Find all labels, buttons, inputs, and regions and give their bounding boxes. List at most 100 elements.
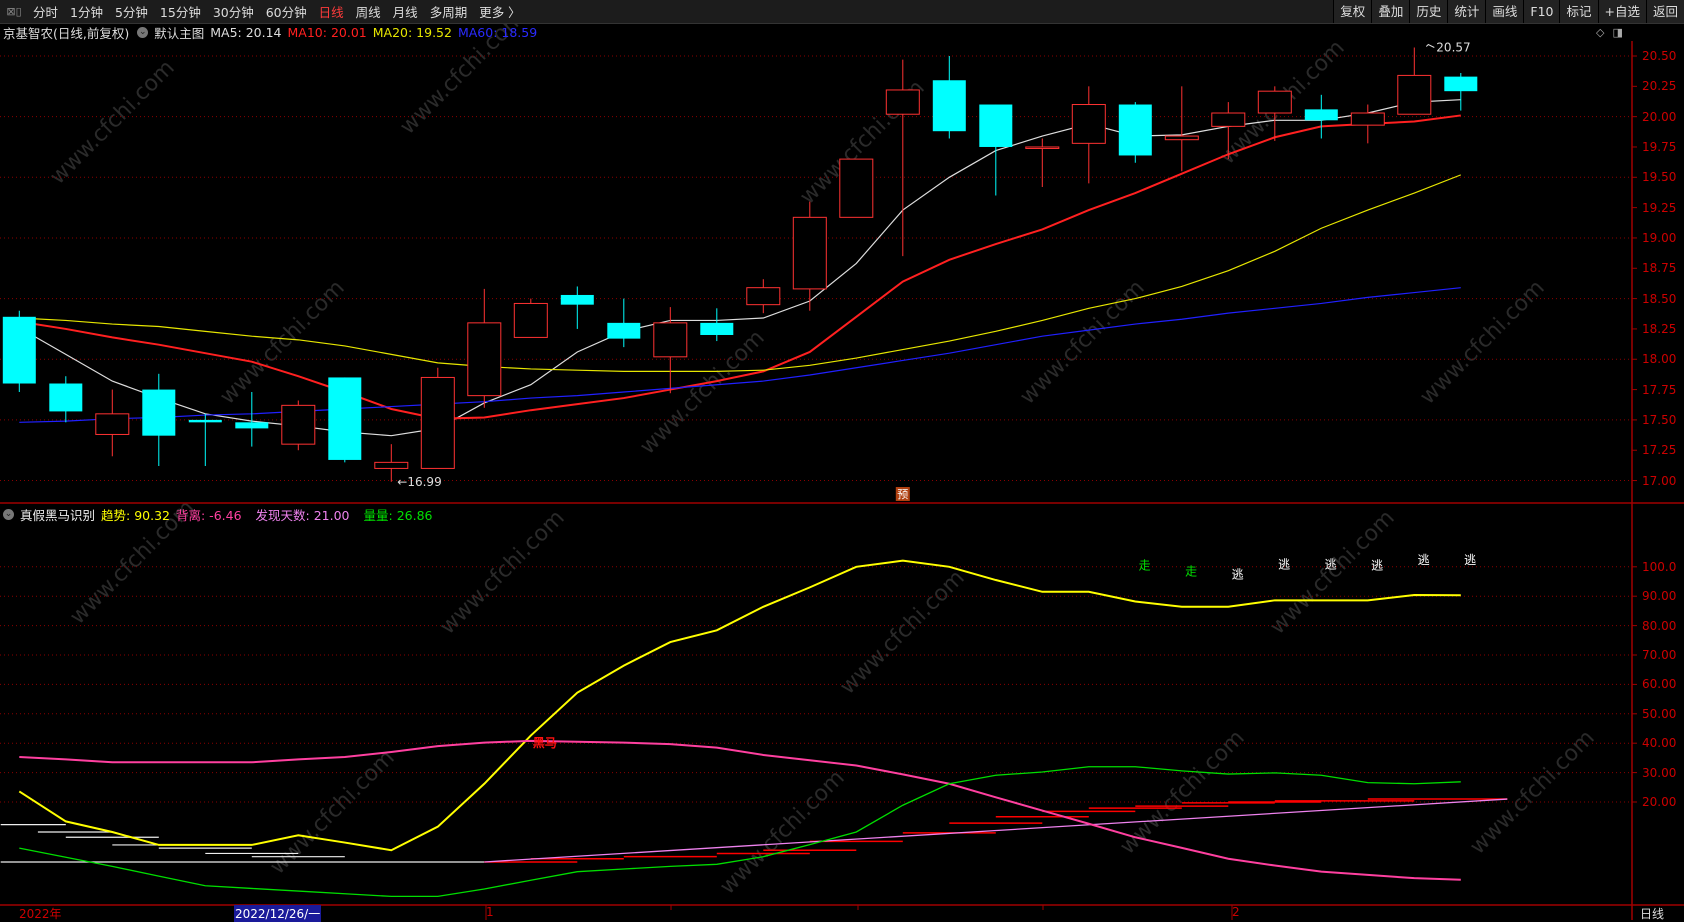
candle-body-down <box>188 419 222 423</box>
period-tab[interactable]: 60分钟 <box>260 2 313 21</box>
high-price-label: 20.57 <box>1436 41 1470 55</box>
period-tab[interactable]: 分时 <box>27 2 64 21</box>
candle-body-up <box>792 216 827 290</box>
ma5-line <box>19 99 1461 437</box>
price-tick-label: 17.25 <box>1642 443 1677 458</box>
candle-body-down <box>2 316 36 384</box>
ma20-value: MA20: 19.52 <box>372 25 452 40</box>
price-tick-label: 18.25 <box>1642 321 1677 336</box>
main-chart-info: 京基智农(日线,前复权) ⌄ 默认主图 MA5: 20.14 MA10: 20.… <box>0 24 543 41</box>
candle-body-up <box>1257 90 1292 114</box>
signal-label: 逃 <box>1464 553 1476 567</box>
ma60-value: MA60: 18.59 <box>457 25 538 40</box>
period-indicator[interactable]: 日线 <box>1640 905 1664 922</box>
toolbar-button[interactable]: 统计 <box>1447 0 1486 23</box>
candle-body-down <box>328 377 362 460</box>
signal-label: 走 <box>1185 565 1197 579</box>
candle-body-up <box>513 302 548 338</box>
period-tab[interactable]: 1分钟 <box>64 2 109 21</box>
time-axis: 2022年 2022/12/26/一 1 2 日线 <box>0 905 1684 922</box>
candle-body-down <box>979 104 1013 147</box>
period-tab[interactable]: 5分钟 <box>109 2 154 21</box>
chart-canvas[interactable]: ←16.9920.57预黑马走走逃逃逃逃逃逃 <box>0 0 1684 920</box>
indicator-tick-label: 100.0 <box>1642 559 1677 574</box>
candle-body-up <box>653 322 688 358</box>
template-name[interactable]: 默认主图 <box>154 23 204 42</box>
candle-body-down <box>607 322 641 339</box>
candle-body-up <box>374 461 409 469</box>
indicator-info: ⌄ 真假黑马识别 趋势: 90.32 背离: -6.46 发现天数: 21.00… <box>0 505 439 524</box>
price-tick-label: 20.00 <box>1642 109 1677 124</box>
candle-body-up <box>839 158 874 218</box>
indicator-dropdown-icon[interactable]: ⌄ <box>3 508 14 520</box>
period-tab[interactable]: 周线 <box>350 2 387 21</box>
indicator-tick-label: 80.00 <box>1642 618 1677 633</box>
toolbar-button[interactable]: 返回 <box>1645 0 1684 23</box>
high-arrow-icon <box>1425 43 1435 48</box>
toolbar-buttons: 复权 叠加 历史 统计 画线 F10 标记 +自选 返回 <box>1333 0 1684 23</box>
period-tab[interactable]: 更多 〉 <box>473 2 526 21</box>
toolbar-button[interactable]: 画线 <box>1485 0 1524 23</box>
days-line <box>484 798 1508 863</box>
heima-label: 黑马 <box>533 736 557 750</box>
indicator-name[interactable]: 真假黑马识别 <box>20 505 95 524</box>
signal-label: 逃 <box>1232 568 1244 582</box>
period-tab[interactable]: 30分钟 <box>207 2 260 21</box>
time-cursor-date: 2022/12/26/一 <box>234 905 322 922</box>
signal-label: 走 <box>1139 559 1151 573</box>
period-tab[interactable]: 15分钟 <box>154 2 207 21</box>
period-tab[interactable]: 多周期 <box>424 2 474 21</box>
candle-body-up <box>420 376 455 469</box>
candle-body-down <box>932 80 966 132</box>
candle-body-up <box>1025 146 1060 149</box>
signal-label: 逃 <box>1325 557 1337 571</box>
pre-marker: 预 <box>897 488 908 501</box>
price-tick-label: 20.50 <box>1642 49 1677 63</box>
period-tab[interactable]: 日线 <box>313 2 350 21</box>
low-price-label: ←16.99 <box>397 475 441 489</box>
candle-body-up <box>1350 112 1385 126</box>
trend-line <box>18 559 1461 852</box>
toolbar-button[interactable]: +自选 <box>1597 0 1646 23</box>
candle-body-up <box>1164 135 1199 141</box>
toolbar-button[interactable]: 历史 <box>1409 0 1448 23</box>
price-tick-label: 17.50 <box>1642 412 1677 427</box>
candle-body-up <box>281 404 316 445</box>
candle-body-up <box>1211 112 1246 127</box>
candle-body-up <box>746 287 781 306</box>
sidebar-toggle-icon[interactable]: ⊠▯ <box>4 5 24 19</box>
toolbar-button[interactable]: 叠加 <box>1371 0 1410 23</box>
indicator-tick-label: 20.00 <box>1642 795 1677 809</box>
indicator-tick-label: 40.00 <box>1642 736 1677 751</box>
days-value: 发现天数: 21.00 <box>255 507 350 523</box>
ma5-value: MA5: 20.14 <box>210 25 282 40</box>
candle-body-down <box>1304 109 1338 121</box>
template-dropdown-icon[interactable]: ⌄ <box>137 27 149 38</box>
price-tick-label: 19.00 <box>1642 230 1677 245</box>
candle-body-up <box>467 322 502 397</box>
toolbar-button[interactable]: 标记 <box>1559 0 1598 23</box>
ma10-value: MA10: 20.01 <box>287 25 367 40</box>
ma60-line <box>19 287 1461 423</box>
candle-body-up <box>1071 104 1106 144</box>
divergence-line <box>19 739 1461 881</box>
indicator-tick-label: 50.00 <box>1642 706 1677 721</box>
diamond-icon[interactable]: ◇ <box>1596 26 1604 39</box>
price-tick-label: 17.75 <box>1642 382 1677 397</box>
price-tick-label: 19.75 <box>1642 139 1677 154</box>
signal-label: 逃 <box>1278 557 1290 571</box>
price-tick-label: 19.50 <box>1642 170 1677 185</box>
toolbar-button[interactable]: F10 <box>1523 0 1560 23</box>
price-tick-label: 18.00 <box>1642 352 1677 367</box>
candle-body-down <box>1118 104 1152 156</box>
price-tick-label: 18.75 <box>1642 261 1677 276</box>
indicator-tick-label: 60.00 <box>1642 677 1677 692</box>
volume-line <box>19 766 1461 898</box>
panel-toggle-icon[interactable]: ◨ <box>1612 26 1622 39</box>
candle-body-up <box>885 89 920 115</box>
candle-body-down <box>235 422 269 429</box>
period-tab[interactable]: 月线 <box>387 2 424 21</box>
indicator-tick-label: 30.00 <box>1642 765 1677 780</box>
time-label-month-1: 1 <box>486 905 494 919</box>
toolbar-button[interactable]: 复权 <box>1333 0 1372 23</box>
